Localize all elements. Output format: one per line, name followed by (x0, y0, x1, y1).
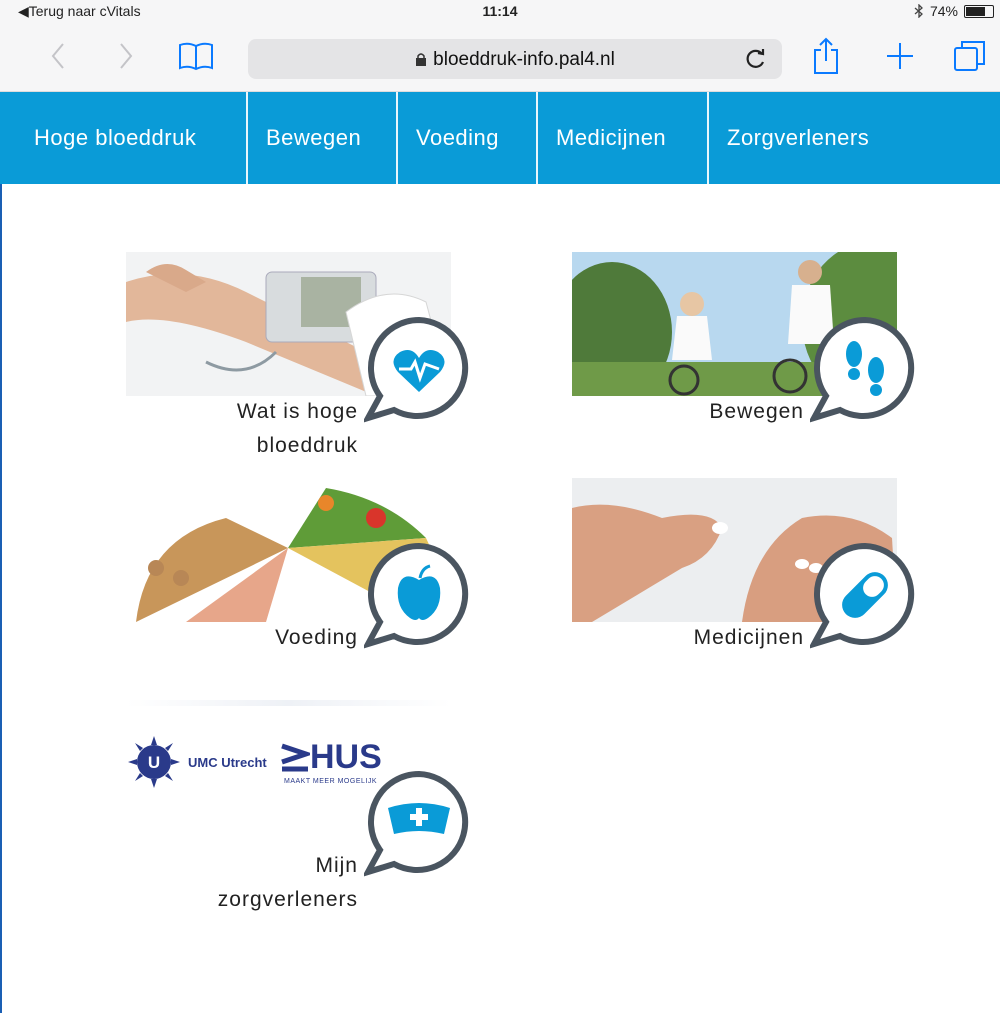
reload-icon[interactable] (742, 45, 770, 73)
tile-label: Mijn (315, 854, 358, 877)
new-tab-icon[interactable] (880, 36, 920, 76)
share-icon[interactable] (806, 36, 846, 76)
battery-icon (964, 4, 994, 18)
heartbeat-icon (364, 316, 469, 423)
nav-item-bewegen[interactable]: Bewegen (248, 92, 398, 184)
footprints-icon (810, 316, 915, 423)
url-text: bloeddruk-info.pal4.nl (433, 49, 615, 70)
umc-logo-icon: U (128, 736, 180, 788)
pill-icon (810, 542, 915, 649)
tile-hoge-bloeddruk[interactable]: Wat is hoge bloeddruk (126, 252, 486, 462)
nav-item-zorgverleners[interactable]: Zorgverleners (709, 92, 969, 184)
greater-equal-icon (281, 743, 310, 772)
tile-label: bloeddruk (256, 434, 358, 457)
bluetooth-icon (914, 4, 923, 18)
tile-label: Medicijnen (693, 626, 804, 649)
tile-mijn-zorgverleners[interactable]: U UMC Utrecht HUS MAAKT MEER MOGELIJK Mi… (126, 706, 486, 916)
nav-item-medicijnen[interactable]: Medicijnen (538, 92, 709, 184)
umc-logo-text: UMC Utrecht (188, 755, 267, 770)
back-chevron-icon[interactable] (38, 36, 78, 76)
tile-label: Wat is hoge (236, 400, 358, 423)
clock: 11:14 (482, 3, 518, 19)
tile-label: Voeding (275, 626, 358, 649)
address-bar[interactable]: bloeddruk-info.pal4.nl (248, 39, 782, 79)
browser-toolbar: bloeddruk-info.pal4.nl (0, 24, 1000, 92)
tile-bewegen[interactable]: Bewegen (572, 252, 932, 432)
tile-label: Bewegen (709, 400, 804, 423)
lock-icon (416, 53, 427, 66)
nav-item-voeding[interactable]: Voeding (398, 92, 538, 184)
tile-medicijnen[interactable]: Medicijnen (572, 478, 932, 658)
tile-label: zorgverleners (217, 888, 358, 911)
tabs-icon[interactable] (950, 36, 990, 76)
tile-voeding[interactable]: Voeding (126, 478, 486, 658)
nurse-cap-icon (364, 770, 469, 877)
svg-text:U: U (148, 753, 160, 772)
battery-percent: 74% (929, 3, 958, 19)
site-nav: Hoge bloeddruk Bewegen Voeding Medicijne… (0, 92, 1000, 184)
bookmarks-icon[interactable] (176, 36, 216, 76)
status-bar: ◀Terug naar cVitals 11:14 74% (0, 0, 1000, 24)
forward-chevron-icon[interactable] (106, 36, 146, 76)
nav-item-hoge-bloeddruk[interactable]: Hoge bloeddruk (0, 92, 248, 184)
apple-icon (364, 542, 469, 649)
